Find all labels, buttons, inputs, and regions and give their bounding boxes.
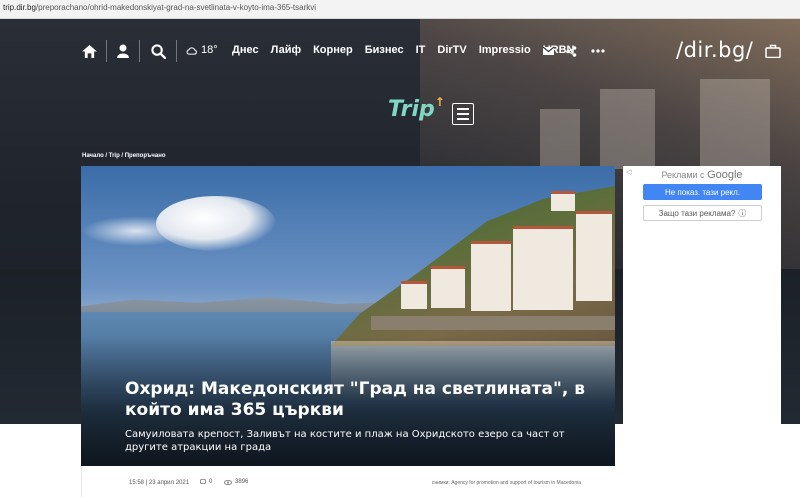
trip-logo-arrow-icon: ↑	[434, 95, 445, 109]
why-this-ad-button[interactable]: Защо тази реклама? ⓘ	[643, 205, 762, 221]
page: 18° Днес Лайф Корнер Бизнес IT DirTV Imp…	[0, 19, 800, 497]
weather-widget[interactable]: 18°	[186, 44, 218, 56]
nav-divider	[176, 40, 177, 62]
cloud-icon	[186, 46, 197, 55]
nav-link-it[interactable]: IT	[416, 44, 426, 56]
hero-image-cloud	[156, 196, 276, 251]
views-value: 3896	[235, 479, 249, 485]
nav-divider	[106, 40, 107, 62]
nav-link-korner[interactable]: Корнер	[313, 44, 353, 56]
mail-icon[interactable]	[541, 37, 555, 65]
nav-link-laif[interactable]: Лайф	[271, 44, 302, 56]
ads-by-google-label: Реклами с Google	[661, 169, 743, 181]
hero-image-house	[401, 281, 427, 309]
dirbg-logo[interactable]: /dir.bg/	[676, 38, 753, 62]
search-icon[interactable]	[149, 37, 167, 65]
breadcrumb[interactable]: Начало / Trip / Препоръчано	[82, 153, 166, 159]
top-navigation: 18° Днес Лайф Корнер Бизнес IT DirTV Imp…	[0, 37, 800, 65]
share-icon[interactable]	[564, 37, 578, 65]
browser-address-bar[interactable]: trip.dir.bg/preporachano/ohrid-makedonsk…	[0, 0, 800, 19]
nav-link-impressio[interactable]: Impressio	[479, 44, 531, 56]
weather-temperature: 18°	[201, 44, 218, 56]
hero-image-house	[431, 266, 465, 308]
comments-value: 0	[209, 479, 213, 485]
hero-image-house	[576, 211, 612, 301]
user-icon[interactable]	[115, 37, 131, 65]
why-this-ad-label: Защо тази реклама?	[658, 208, 736, 218]
nav-link-dnes[interactable]: Днес	[232, 44, 259, 56]
hero-image-house	[513, 226, 573, 310]
menu-icon[interactable]	[452, 103, 474, 125]
nav-links: Днес Лайф Корнер Бизнес IT DirTV Impress…	[232, 44, 586, 56]
comment-icon	[200, 479, 206, 484]
hero-article[interactable]: Охрид: Македонският "Град на светлината"…	[81, 166, 615, 466]
background-house	[700, 79, 770, 179]
article-meta: 15:58 | 23 април 2021 0 3896 снимки: Age…	[81, 466, 615, 497]
article-subtitle: Самуиловата крепост, Заливът на костите …	[125, 429, 565, 453]
article-date: 15:58 | 23 април 2021	[129, 480, 190, 486]
nav-divider	[139, 40, 140, 62]
stop-seeing-ad-button[interactable]: Не показ. тази рекл.	[643, 184, 762, 200]
background-house	[540, 109, 580, 169]
ad-panel: ◁ Реклами с Google Не показ. тази рекл. …	[623, 166, 781, 484]
background-house	[600, 89, 655, 169]
eye-icon	[224, 479, 232, 485]
trip-logo[interactable]: Trip↑	[388, 95, 445, 122]
views-count: 3896	[224, 479, 248, 485]
article-title[interactable]: Охрид: Македонският "Град на светлината"…	[125, 379, 595, 421]
comments-count[interactable]: 0	[200, 479, 212, 485]
hero-image-dock	[371, 316, 615, 330]
nav-link-dirtv[interactable]: DirTV	[437, 44, 466, 56]
photo-credit: снимки: Agency for promotion and support…	[431, 480, 581, 486]
url-text[interactable]: trip.dir.bg/preporachano/ohrid-makedonsk…	[3, 3, 316, 12]
home-icon[interactable]	[80, 37, 98, 65]
more-icon[interactable]	[589, 37, 607, 65]
hero-image-house	[471, 241, 511, 311]
info-icon: ⓘ	[738, 208, 747, 218]
nav-link-biznes[interactable]: Бизнес	[365, 44, 404, 56]
hero-image-house	[551, 191, 575, 211]
briefcase-icon[interactable]	[764, 37, 782, 65]
